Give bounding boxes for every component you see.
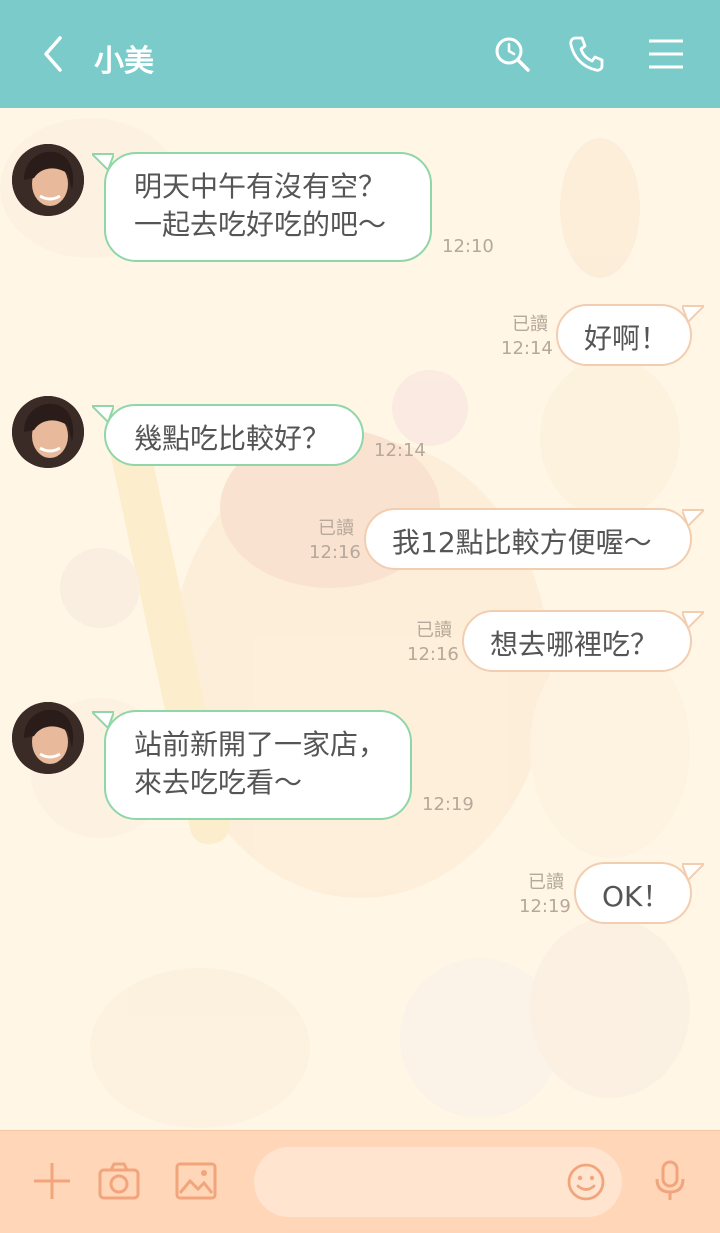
chat-header: 小美	[0, 0, 720, 108]
message-input[interactable]	[254, 1147, 622, 1217]
chat-area[interactable]: 明天中午有沒有空？ 一起去吃好吃的吧〜 12:10 已讀 12:14 好啊！ 幾…	[0, 108, 720, 1130]
message-text: 明天中午有沒有空？	[134, 170, 387, 203]
chat-title: 小美	[94, 44, 154, 79]
outgoing-message[interactable]: 想去哪裡吃？	[462, 610, 704, 672]
message-text: OK！	[602, 880, 671, 913]
phone-icon[interactable]	[566, 34, 606, 74]
microphone-icon[interactable]	[648, 1159, 692, 1203]
message-time: 12:19	[422, 794, 474, 815]
message-text: 來去吃吃看〜	[134, 766, 303, 799]
message-composer-bar	[0, 1130, 720, 1233]
message-time: 12:19	[519, 896, 571, 917]
message-time: 12:10	[442, 236, 494, 257]
message-time: 12:16	[309, 542, 361, 563]
camera-icon[interactable]	[97, 1159, 141, 1203]
message-time: 12:14	[501, 338, 553, 359]
incoming-message[interactable]: 站前新開了一家店， 來去吃吃看〜	[92, 710, 412, 820]
back-chevron-icon[interactable]	[34, 34, 74, 74]
read-receipt: 已讀	[416, 620, 452, 641]
incoming-message[interactable]: 幾點吃比較好？	[92, 404, 364, 466]
search-icon[interactable]	[492, 34, 532, 74]
message-text: 好啊！	[584, 322, 669, 355]
outgoing-message[interactable]: 我12點比較方便喔〜	[364, 508, 704, 570]
image-icon[interactable]	[174, 1159, 218, 1203]
message-time: 12:14	[374, 440, 426, 461]
read-receipt: 已讀	[512, 314, 548, 335]
message-time: 12:16	[407, 644, 459, 665]
read-receipt: 已讀	[528, 872, 564, 893]
message-text: 我12點比較方便喔〜	[392, 526, 652, 559]
outgoing-message[interactable]: 好啊！	[556, 304, 704, 366]
outgoing-message[interactable]: OK！	[574, 862, 704, 924]
message-text: 站前新開了一家店，	[134, 728, 387, 761]
read-receipt: 已讀	[318, 518, 354, 539]
menu-icon[interactable]	[646, 34, 686, 74]
contact-avatar[interactable]	[12, 144, 84, 216]
contact-avatar[interactable]	[12, 396, 84, 468]
emoji-icon[interactable]	[566, 1162, 606, 1202]
message-text: 一起去吃好吃的吧〜	[134, 208, 387, 241]
incoming-message[interactable]: 明天中午有沒有空？ 一起去吃好吃的吧〜	[92, 152, 432, 262]
message-text: 幾點吃比較好？	[134, 422, 331, 455]
plus-icon[interactable]	[30, 1159, 74, 1203]
contact-avatar[interactable]	[12, 702, 84, 774]
message-text: 想去哪裡吃？	[490, 628, 659, 661]
